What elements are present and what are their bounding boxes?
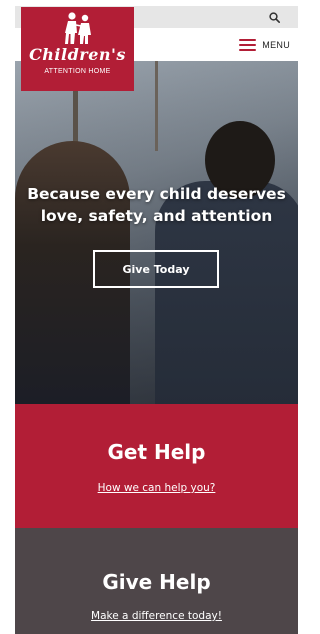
give-help-panel: Give Help Make a difference today! — [15, 528, 298, 634]
logo-script-text: Children's — [29, 45, 126, 64]
hero-banner: Because every child deserves love, safet… — [15, 61, 298, 404]
get-help-title: Get Help — [107, 440, 206, 464]
give-help-link[interactable]: Make a difference today! — [15, 610, 298, 622]
give-help-title: Give Help — [102, 570, 211, 594]
page: MENU Children's ATTENTION HOME Because e… — [15, 6, 298, 634]
children-silhouette-icon — [65, 12, 91, 44]
hero-title: Because every child deserves love, safet… — [27, 185, 286, 225]
hero-photo-tree — [155, 61, 158, 151]
get-help-link[interactable]: How we can help you? — [15, 482, 298, 494]
get-help-panel: Get Help How we can help you? — [15, 404, 298, 528]
site-logo[interactable]: Children's ATTENTION HOME — [21, 7, 134, 91]
menu-button[interactable]: MENU — [239, 36, 290, 54]
logo-subtitle: ATTENTION HOME — [44, 68, 111, 75]
search-button[interactable] — [266, 9, 282, 25]
search-icon — [268, 11, 280, 23]
give-today-button[interactable]: Give Today — [93, 250, 219, 288]
hamburger-icon — [239, 38, 257, 52]
menu-label: MENU — [262, 40, 290, 50]
